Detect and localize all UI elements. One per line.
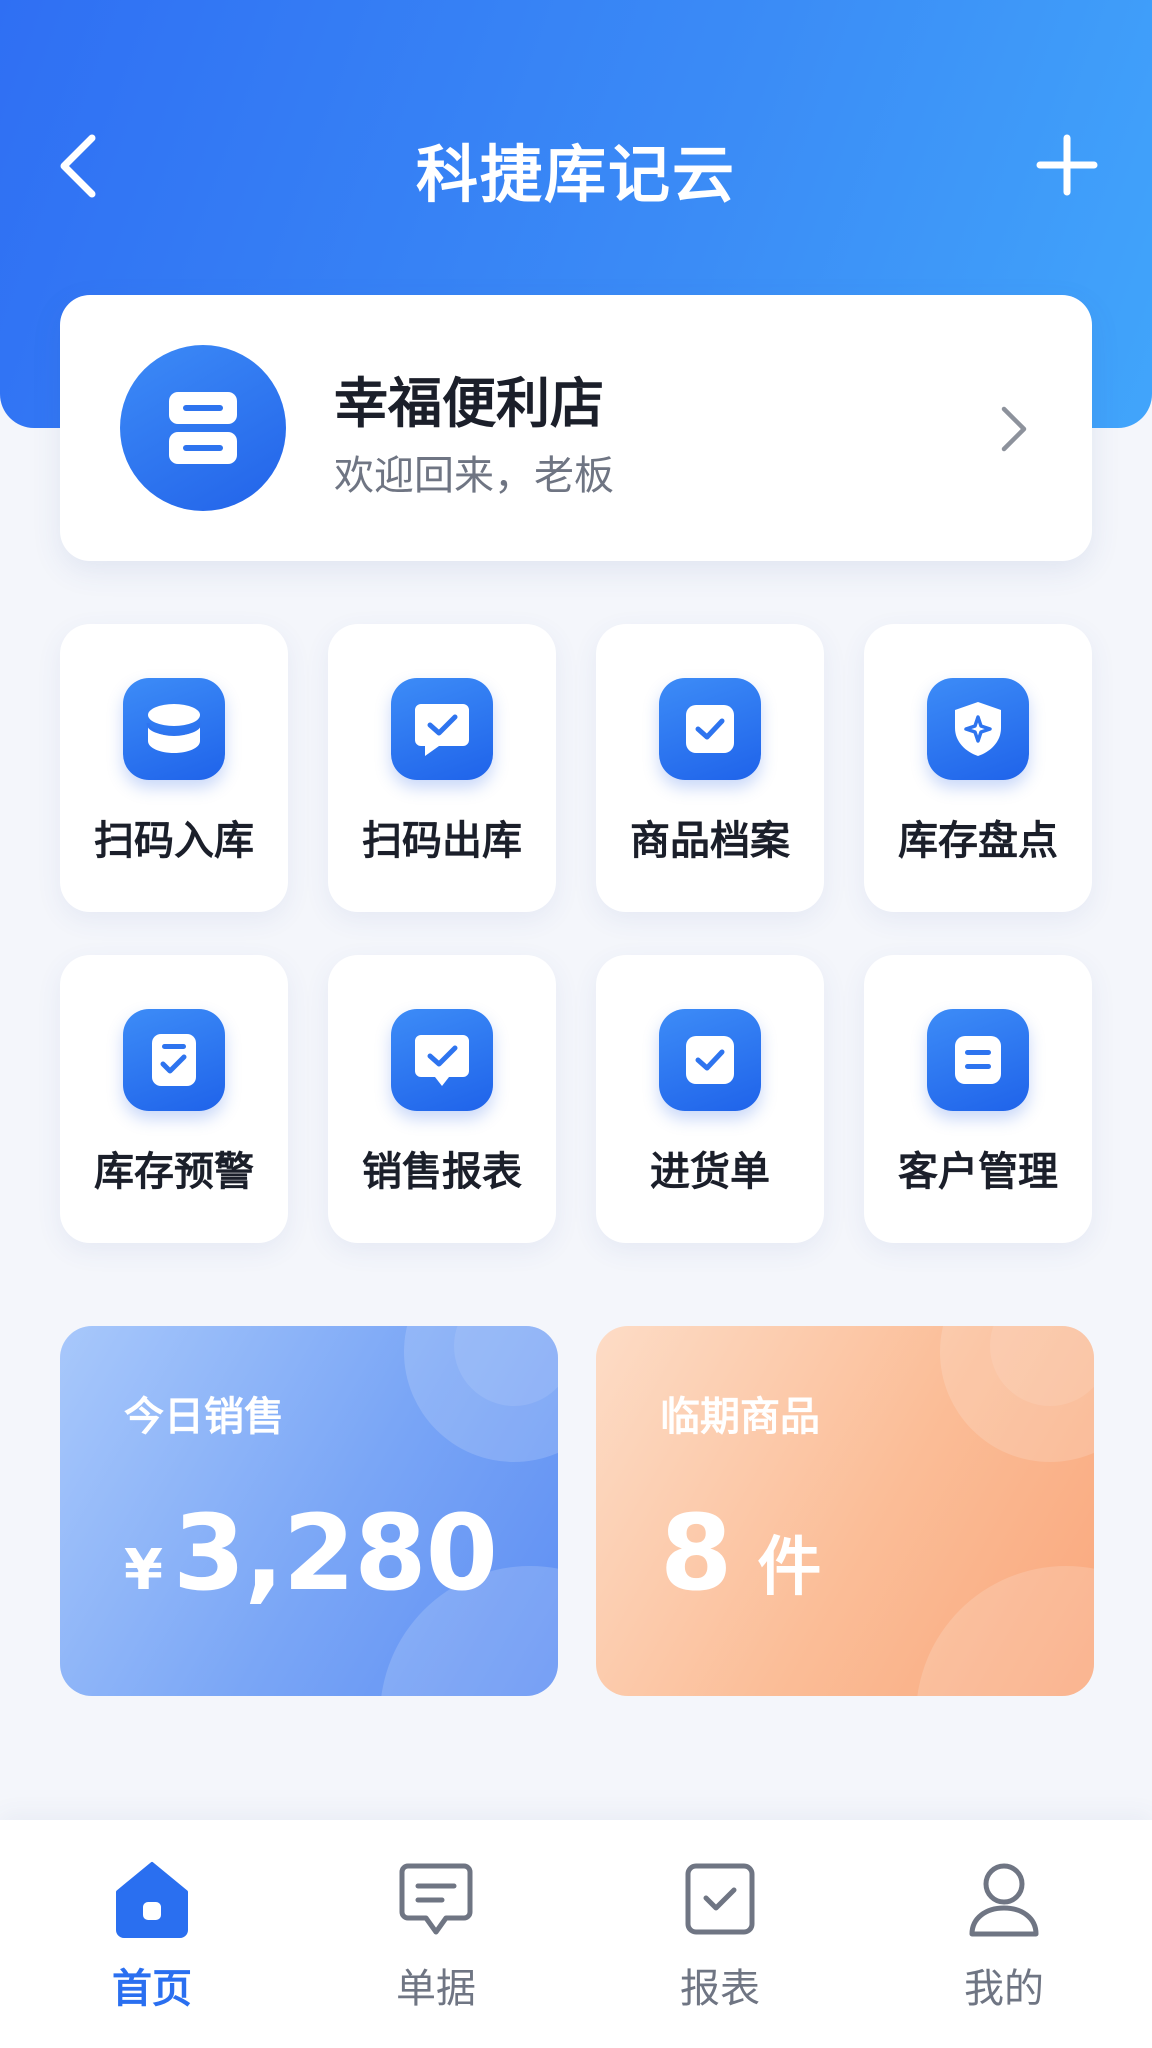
- shortcut-purchase-order[interactable]: 进货单: [596, 955, 824, 1243]
- tab-label: 首页: [112, 1966, 192, 2012]
- shortcut-label: 客户管理: [898, 1149, 1058, 1195]
- shortcut-scan-in[interactable]: 扫码入库: [60, 624, 288, 912]
- expiring-products-count: 8: [660, 1492, 732, 1614]
- bottom-tab-bar: 首页 单据 报表 我的: [0, 1820, 1152, 2048]
- tab-home[interactable]: 首页: [8, 1820, 296, 2048]
- shortcut-product-archive[interactable]: 商品档案: [596, 624, 824, 912]
- shortcut-customer-management[interactable]: 客户管理: [864, 955, 1092, 1243]
- checkbox-icon: [686, 705, 734, 753]
- database-icon: [146, 704, 202, 753]
- store-avatar: [120, 345, 286, 511]
- shortcut-label: 进货单: [650, 1149, 770, 1195]
- today-sales-value-row: ¥ 3,280: [124, 1492, 498, 1614]
- shortcut-label: 商品档案: [630, 818, 790, 864]
- tab-profile[interactable]: 我的: [860, 1820, 1148, 2048]
- expiring-products-unit: 件: [757, 1531, 822, 1605]
- report-check-icon: [685, 1863, 755, 1935]
- tab-label: 单据: [396, 1966, 476, 2012]
- today-sales-card[interactable]: 今日销售 ¥ 3,280: [60, 1326, 558, 1696]
- currency-symbol: ¥: [124, 1538, 163, 1603]
- expiring-products-card[interactable]: 临期商品 8 件: [596, 1326, 1094, 1696]
- shortcut-label: 扫码出库: [362, 818, 522, 864]
- shortcut-stocktake[interactable]: 库存盘点: [864, 624, 1092, 912]
- store-icon: [169, 392, 237, 464]
- app-title: 科捷库记云: [415, 138, 736, 211]
- decorative-circle: [916, 1566, 1094, 1696]
- plus-icon: [1036, 134, 1098, 196]
- user-icon: [969, 1863, 1039, 1937]
- today-sales-title: 今日销售: [124, 1394, 284, 1440]
- shortcut-label: 库存预警: [94, 1149, 254, 1195]
- shortcut-label: 销售报表: [362, 1149, 522, 1195]
- store-name: 幸福便利店: [334, 372, 604, 435]
- chat-check-icon: [415, 704, 469, 756]
- shortcut-sales-report[interactable]: 销售报表: [328, 955, 556, 1243]
- tab-label: 我的: [964, 1966, 1044, 2012]
- top-bar: 科捷库记云: [0, 100, 1152, 230]
- tab-documents[interactable]: 单据: [292, 1820, 580, 2048]
- store-welcome-text: 欢迎回来，老板: [334, 453, 614, 499]
- checkbox-icon: [686, 1036, 734, 1084]
- shortcut-scan-out[interactable]: 扫码出库: [328, 624, 556, 912]
- list-icon: [955, 1036, 1001, 1084]
- chat-check-icon: [415, 1035, 469, 1086]
- tab-label: 报表: [680, 1966, 760, 2012]
- home-icon: [116, 1862, 188, 1938]
- tab-reports[interactable]: 报表: [576, 1820, 864, 2048]
- today-sales-value: 3,280: [172, 1492, 498, 1614]
- chevron-right-icon: [1001, 406, 1027, 452]
- expiring-products-value-row: 8 件: [660, 1492, 821, 1614]
- store-card[interactable]: 幸福便利店 欢迎回来，老板: [60, 295, 1092, 561]
- shortcut-label: 库存盘点: [898, 818, 1058, 864]
- shield-icon: [955, 702, 1001, 756]
- add-button[interactable]: [1034, 132, 1100, 198]
- expiring-products-title: 临期商品: [660, 1394, 820, 1440]
- shortcut-label: 扫码入库: [94, 818, 254, 864]
- shortcut-stock-alert[interactable]: 库存预警: [60, 955, 288, 1243]
- message-icon: [399, 1863, 473, 1935]
- document-check-icon: [152, 1034, 196, 1086]
